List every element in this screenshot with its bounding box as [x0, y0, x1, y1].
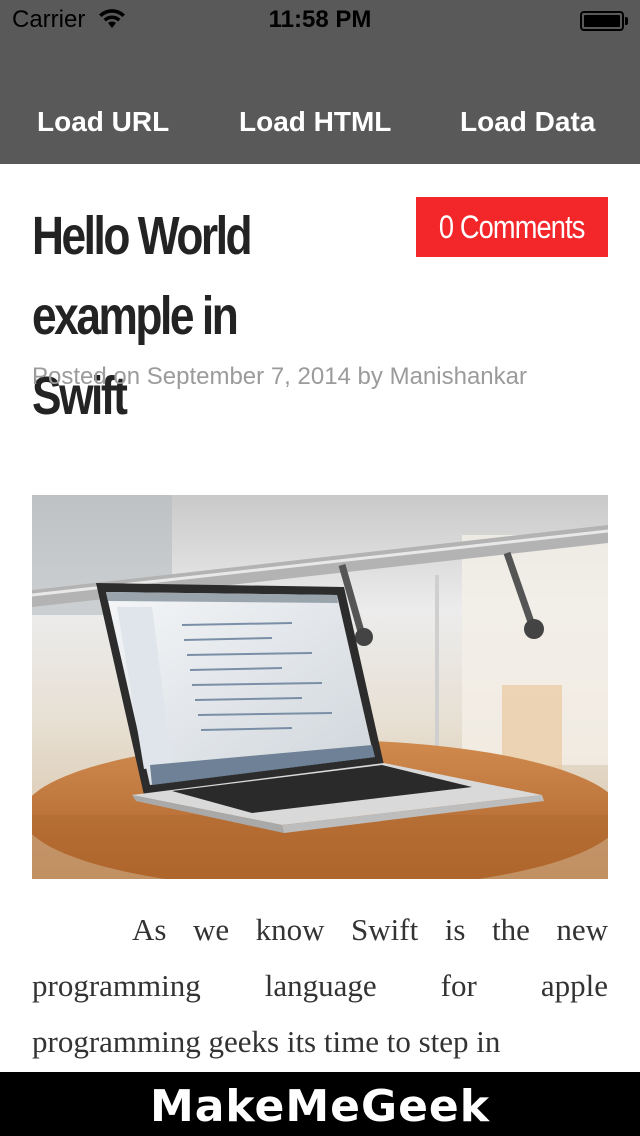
app-screen: Carrier 11:58 PM Load URL Load HTML Load… — [0, 0, 640, 1136]
laptop-photo-icon — [32, 495, 608, 879]
web-view[interactable]: Hello World example in Swift 0 Comments … — [0, 164, 640, 1072]
toolbar: Load URL Load HTML Load Data — [0, 88, 640, 158]
comments-badge[interactable]: 0 Comments — [416, 197, 608, 257]
load-html-button[interactable]: Load HTML — [239, 106, 391, 138]
article-meta: Posted on September 7, 2014 by Manishank… — [32, 363, 527, 390]
load-data-button[interactable]: Load Data — [460, 106, 595, 138]
battery-icon — [580, 11, 628, 31]
article-body: As we know Swift is the new programming … — [32, 912, 608, 1059]
clock: 11:58 PM — [268, 6, 372, 33]
status-bar: Carrier 11:58 PM — [0, 0, 640, 40]
article-title[interactable]: Hello World example in Swift — [32, 196, 327, 436]
comments-label: 0 Comments — [439, 209, 586, 245]
article-image — [32, 495, 608, 879]
navigation-bar: Carrier 11:58 PM Load URL Load HTML Load… — [0, 0, 640, 164]
footer-brand: MakeMeGeek — [0, 1072, 640, 1136]
load-url-button[interactable]: Load URL — [37, 106, 169, 138]
